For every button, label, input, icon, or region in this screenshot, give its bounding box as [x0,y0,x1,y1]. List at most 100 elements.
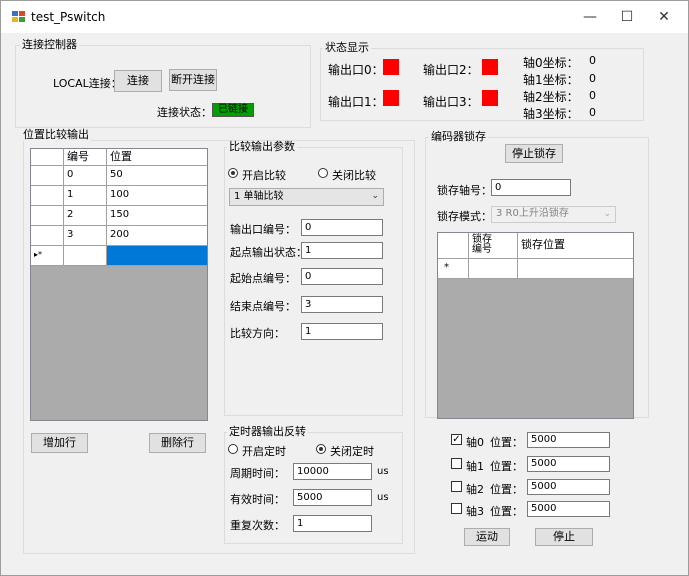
disable-timer-radio[interactable] [316,444,326,454]
connect-button[interactable]: 连接 [114,70,162,92]
new-row-cell-pos-selected[interactable] [107,246,207,266]
period-input[interactable]: 10000 [293,463,372,480]
axis3-coord-value: 0 [589,106,596,119]
axis1-pos-label: 位置： [490,460,523,473]
position-compare-title: 位置比较输出 [21,128,91,141]
output1-label: 输出口1： [328,95,384,109]
new-row-cell-pos[interactable] [518,259,633,279]
row-header[interactable] [31,166,64,186]
latch-mode-select[interactable]: 3 R0上升沿锁存 ⌄ [491,206,616,223]
axis3-label[interactable]: 轴3 [466,503,484,519]
axis0-coord-label: 轴0坐标： [523,56,579,70]
disable-compare-radio[interactable] [318,168,328,178]
compare-mode-value: 1 单轴比较 [234,191,284,202]
col-header-pos[interactable]: 位置 [107,149,207,166]
row-header[interactable] [31,186,64,206]
table-cell[interactable]: 1 [64,186,107,206]
axis3-pos-input[interactable]: 5000 [527,501,610,517]
chevron-down-icon: ⌄ [371,191,379,201]
direction-label: 比较方向： [230,327,285,340]
enable-timer-radio[interactable] [228,444,238,454]
stop-motion-button[interactable]: 停止 [535,528,593,546]
end-point-label: 结束点编号： [230,300,296,313]
axis3-checkbox[interactable] [451,503,462,514]
row-header[interactable] [31,226,64,246]
position-table[interactable]: 编号 位置 0 50 1 100 2 150 3 200 ▸* [30,148,208,421]
window-title: test_Pswitch [31,10,106,24]
table-cell[interactable]: 3 [64,226,107,246]
axis0-pos-label: 位置： [490,436,523,449]
axis2-checkbox[interactable] [451,481,462,492]
axis2-label[interactable]: 轴2 [466,481,484,497]
axis1-pos-input[interactable]: 5000 [527,456,610,472]
axis1-checkbox[interactable] [451,458,462,469]
col-header-latch-pos[interactable]: 锁存位置 [518,233,633,259]
axis1-coord-label: 轴1坐标： [523,73,579,87]
axis3-pos-label: 位置： [490,505,523,518]
axis2-coord-value: 0 [589,89,596,102]
title-bar: test_Pswitch — ☐ ✕ [1,1,688,33]
axis2-pos-label: 位置： [490,483,523,496]
start-point-label: 起始点编号： [230,272,296,285]
table-cell[interactable]: 0 [64,166,107,186]
new-row-header[interactable]: * [438,259,469,279]
axis0-coord-value: 0 [589,54,596,67]
out-no-label: 输出口编号： [230,223,296,236]
connect-group-title: 连接控制器 [20,38,79,51]
stop-latch-button[interactable]: 停止锁存 [505,144,563,163]
add-row-button[interactable]: 增加行 [31,433,88,453]
axis2-pos-input[interactable]: 5000 [527,479,610,495]
connect-status-badge: 已链接 [212,103,254,117]
out-no-input[interactable]: 0 [301,219,383,236]
new-row-header[interactable]: ▸* [31,246,64,266]
enable-compare-label[interactable]: 开启比较 [242,167,286,183]
latch-axis-label: 锁存轴号： [437,184,492,197]
axis0-label[interactable]: 轴0 [466,434,484,450]
move-button[interactable]: 运动 [464,528,510,546]
maximize-button[interactable]: ☐ [607,1,647,33]
output1-indicator [383,90,399,106]
valid-time-input[interactable]: 5000 [293,489,372,506]
repeat-label: 重复次数： [230,519,285,532]
delete-row-button[interactable]: 删除行 [149,433,206,453]
minimize-button[interactable]: — [570,1,610,33]
start-point-input[interactable]: 0 [301,268,383,285]
table-corner [438,233,469,259]
local-connect-label: LOCAL连接： [53,77,122,90]
compare-params-title: 比较输出参数 [227,140,297,153]
end-point-input[interactable]: 3 [301,296,383,313]
disable-timer-label[interactable]: 关闭定时 [330,443,374,459]
axis1-coord-value: 0 [589,72,596,85]
enable-compare-radio[interactable] [228,168,238,178]
col-header-no[interactable]: 编号 [64,149,107,166]
table-cell[interactable]: 150 [107,206,207,226]
start-state-input[interactable]: 1 [301,242,383,259]
table-cell[interactable]: 50 [107,166,207,186]
enable-timer-label[interactable]: 开启定时 [242,443,286,459]
disconnect-button[interactable]: 断开连接 [169,69,217,91]
latch-table[interactable]: 锁存 编号 锁存位置 * [437,232,634,419]
latch-mode-value: 3 R0上升沿锁存 [496,208,569,219]
direction-input[interactable]: 1 [301,323,383,340]
table-cell[interactable]: 100 [107,186,207,206]
status-group-title: 状态显示 [323,41,371,54]
compare-mode-select[interactable]: 1 单轴比较 ⌄ [229,188,384,206]
output3-indicator [482,90,498,106]
output2-label: 输出口2： [423,63,479,77]
axis1-label[interactable]: 轴1 [466,458,484,474]
disable-compare-label[interactable]: 关闭比较 [332,167,376,183]
close-button[interactable]: ✕ [644,1,684,33]
repeat-input[interactable]: 1 [293,515,372,532]
row-header[interactable] [31,206,64,226]
new-row-cell-no[interactable] [64,246,107,266]
new-row-cell-no[interactable] [469,259,518,279]
table-cell[interactable]: 2 [64,206,107,226]
output0-indicator [383,59,399,75]
table-cell[interactable]: 200 [107,226,207,246]
axis0-pos-input[interactable]: 5000 [527,432,610,448]
timer-group-title: 定时器输出反转 [227,425,308,438]
axis3-coord-label: 轴3坐标： [523,107,579,121]
axis0-checkbox[interactable]: ✓ [451,434,462,445]
col-header-latch-no[interactable]: 锁存 编号 [469,233,518,259]
latch-axis-input[interactable]: 0 [491,179,571,196]
